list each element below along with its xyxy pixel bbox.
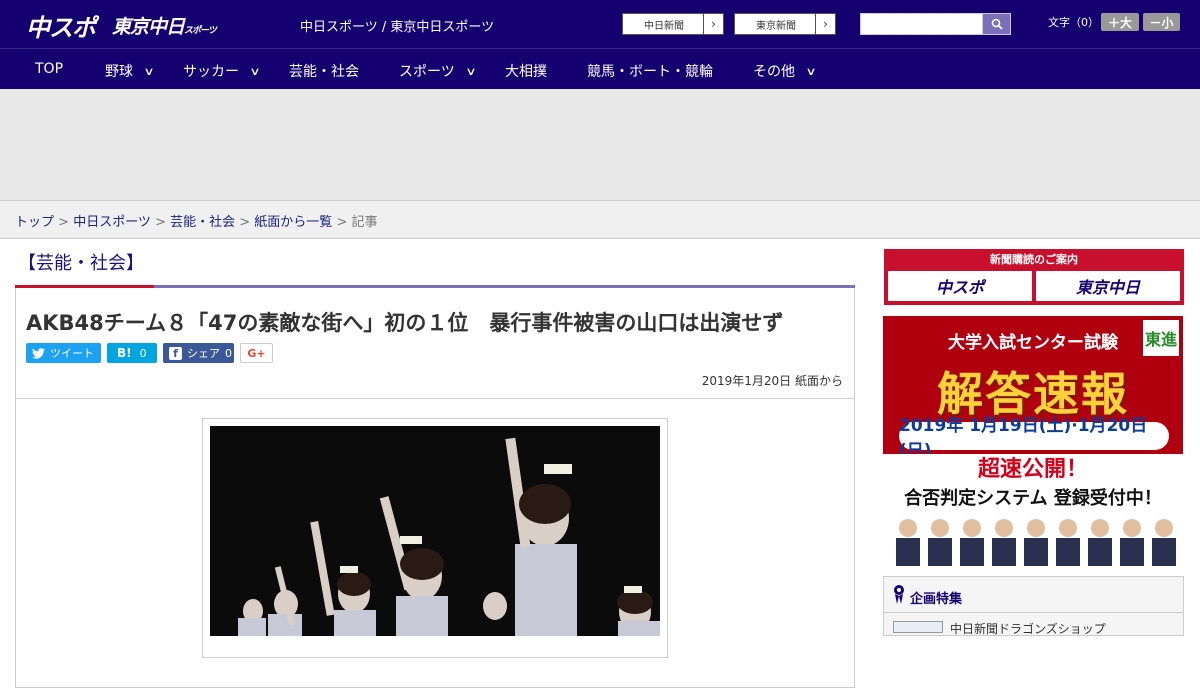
- tweet-label: ツイート: [50, 347, 94, 360]
- site-links[interactable]: 中日スポーツ / 東京中日スポーツ: [300, 16, 494, 35]
- tokyo-logo-small: スポーツ: [184, 26, 217, 36]
- teachers-illustration: [896, 519, 1176, 566]
- facebook-share-button[interactable]: f シェア 0: [163, 343, 234, 363]
- breadcrumb-paper-list[interactable]: 紙面から一覧: [254, 215, 332, 230]
- breadcrumb: トップ > 中日スポーツ > 芸能・社会 > 紙面から一覧 > 記事: [0, 200, 1200, 239]
- article-date: 2019年1月20日 紙面から: [701, 374, 843, 388]
- toshin-logo: 東進: [1143, 320, 1179, 356]
- article-title: AKB48チーム８「47の素敵な街へ」初の１位 暴行事件被害の山口は出演せず: [26, 311, 784, 335]
- search-icon: [991, 18, 1003, 30]
- hatena-bookmark-button[interactable]: B! 0: [107, 343, 157, 363]
- tokyo-shimbun-button[interactable]: 東京新聞 ›: [734, 13, 836, 35]
- nav-item-entertainment[interactable]: 芸能・社会: [289, 61, 359, 81]
- subscription-title: 新聞購読のご案内: [990, 253, 1078, 266]
- font-smaller-button[interactable]: －小: [1143, 13, 1180, 31]
- header-bar: 中スポ 東京中日スポーツ 中日スポーツ / 東京中日スポーツ 中日新聞 › 東京…: [0, 0, 1200, 48]
- nav-label: 大相撲: [505, 64, 547, 80]
- breadcrumb-entertainment[interactable]: 芸能・社会: [170, 215, 235, 230]
- breadcrumb-current: 記事: [351, 215, 378, 230]
- ribbon-icon: [894, 585, 904, 604]
- nav-label: スポーツ: [399, 64, 455, 80]
- chevron-right-icon: ›: [815, 14, 835, 34]
- chevron-down-icon: ∨: [805, 64, 817, 78]
- exam-answer-ad-banner[interactable]: 大学入試センター試験 東進 解答速報 2019年 1月19日(土)·1月20日(…: [883, 316, 1183, 566]
- nav-item-top[interactable]: TOP: [35, 61, 63, 77]
- banner-system-text: 合否判定システム 登録受付中！: [883, 486, 1183, 514]
- search-button[interactable]: [982, 13, 1011, 35]
- divider: [16, 398, 854, 399]
- google-plus-icon: G+: [247, 346, 266, 360]
- banner-date: 2019年 1月19日(土)·1月20日(日): [899, 416, 1169, 461]
- banner-title: 大学入試センター試験: [948, 333, 1118, 353]
- hatena-icon: B!: [117, 346, 132, 360]
- tokyo-logo-text: 東京中日: [112, 16, 185, 38]
- breadcrumb-sep: >: [235, 215, 255, 230]
- breadcrumb-sep: >: [54, 215, 74, 230]
- feature-title: 企画特集: [910, 592, 963, 607]
- feature-thumbnail[interactable]: [893, 621, 943, 633]
- chuspo-logo[interactable]: 中スポ: [26, 8, 96, 43]
- tokyo-chunichi-logo[interactable]: 東京中日スポーツ: [112, 12, 217, 39]
- nav-item-soccer[interactable]: サッカー ∨: [183, 61, 261, 81]
- share-count: 0: [225, 346, 232, 360]
- ad-placeholder: [0, 89, 1200, 200]
- feature-item-link[interactable]: 中日新聞ドラゴンズショップ: [950, 620, 1106, 637]
- search-input[interactable]: [860, 13, 983, 35]
- banner-open-text: 超速公開！: [883, 454, 1183, 486]
- twitter-icon: [32, 347, 45, 359]
- nav-label: 競馬・ボート・競輪: [587, 64, 713, 80]
- nav-item-baseball[interactable]: 野球 ∨: [105, 61, 155, 81]
- share-label: シェア: [187, 347, 220, 360]
- font-size-label: 文字（0）: [1048, 16, 1099, 29]
- facebook-icon: f: [169, 346, 182, 360]
- nav-label: その他: [753, 64, 795, 80]
- hatena-count: 0: [139, 346, 147, 360]
- chunichi-shimbun-button[interactable]: 中日新聞 ›: [622, 13, 724, 35]
- nav-item-racing[interactable]: 競馬・ボート・競輪: [587, 61, 713, 81]
- nav-item-sports[interactable]: スポーツ ∨: [399, 61, 477, 81]
- font-larger-button[interactable]: ＋大: [1101, 13, 1139, 31]
- breadcrumb-chunichi-sports[interactable]: 中日スポーツ: [73, 215, 151, 230]
- nav-label: TOP: [35, 61, 64, 77]
- banner-people-photo: [883, 514, 1183, 566]
- breadcrumb-sep: >: [150, 215, 171, 230]
- google-plus-button[interactable]: G+: [240, 343, 273, 363]
- subscribe-chuspo-link[interactable]: 中スポ: [888, 271, 1032, 301]
- nav-label: 芸能・社会: [289, 64, 359, 80]
- chevron-down-icon: ∨: [143, 64, 155, 78]
- main-nav: TOP 野球 ∨ サッカー ∨ 芸能・社会 スポーツ ∨ 大相撲 競馬・ボート・競輪 …: [0, 48, 1200, 89]
- chevron-right-icon: ›: [703, 14, 723, 34]
- subscription-box[interactable]: 新聞購読のご案内 中スポ 東京中日: [884, 249, 1184, 305]
- tweet-button[interactable]: ツイート: [26, 343, 101, 363]
- nav-label: サッカー: [183, 64, 239, 80]
- category-title: 【芸能・社会】: [18, 253, 144, 274]
- concert-photo-illustration: [210, 426, 660, 636]
- chevron-down-icon: ∨: [465, 64, 477, 78]
- nav-item-other[interactable]: その他 ∨: [753, 61, 817, 81]
- nav-label: 野球: [105, 64, 133, 80]
- chevron-down-icon: ∨: [249, 64, 261, 78]
- breadcrumb-sep: >: [332, 215, 352, 230]
- subscribe-tokyo-chunichi-link[interactable]: 東京中日: [1036, 271, 1180, 301]
- nav-item-sumo[interactable]: 大相撲: [505, 61, 547, 81]
- breadcrumb-top[interactable]: トップ: [15, 215, 54, 230]
- divider: [884, 612, 1183, 613]
- article-photo[interactable]: [210, 426, 660, 636]
